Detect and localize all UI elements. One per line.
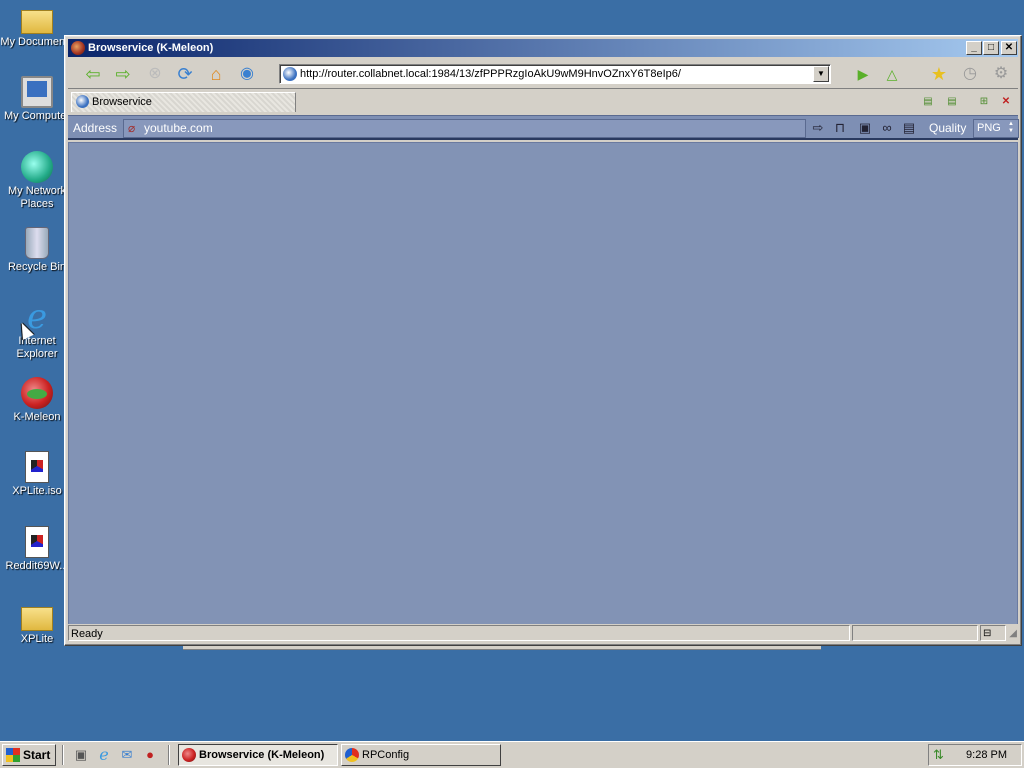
go-arrow-icon[interactable]: ⇨ — [810, 120, 826, 136]
tab-bar: Browservice ▤ ▤ ⊞ ✕ — [68, 91, 1018, 113]
desktop-icon-label: My Computer — [3, 110, 71, 122]
desktop-icon-label: XPLite — [20, 633, 54, 645]
maximize-button[interactable]: □ — [983, 41, 999, 55]
taskbar: Start ▣ e ✉ ● Browservice (K-Meleon) RPC… — [0, 741, 1024, 768]
tab-browservice[interactable]: Browservice — [71, 92, 296, 112]
next-tab-icon[interactable]: ▤ — [944, 94, 960, 109]
status-panel — [852, 625, 978, 641]
desktop-icon-xplite-folder[interactable]: XPLite — [0, 601, 74, 646]
address-value: youtube.com — [144, 121, 213, 135]
close-button[interactable]: ✕ — [1001, 41, 1017, 55]
status-text: Ready — [68, 625, 850, 641]
network-places-icon — [21, 151, 53, 183]
desktop-icon-recycle-bin[interactable]: Recycle Bin — [0, 227, 74, 274]
quality-label: Quality — [929, 121, 967, 135]
system-tray: ⇅ 9:28 PM — [928, 744, 1022, 766]
task-rpconfig[interactable]: RPConfig — [341, 744, 501, 766]
chevron-down-icon[interactable]: ▼ — [813, 66, 829, 82]
k-meleon-icon[interactable]: ● — [142, 747, 158, 763]
forward-arrow-icon[interactable]: ⇨ — [112, 63, 134, 85]
k-meleon-icon — [71, 41, 85, 55]
separator — [62, 745, 64, 765]
window-title: Browservice (K-Meleon) — [88, 42, 214, 54]
window-titlebar[interactable]: Browservice (K-Meleon) _ □ ✕ — [68, 39, 1018, 57]
desktop-icon-my-documents[interactable]: My Documents — [0, 4, 74, 49]
desktop-icon-label: My Documents — [0, 36, 74, 48]
stop-icon[interactable]: ⊗ — [144, 63, 166, 85]
network-tray-icon[interactable]: ⇅ — [933, 745, 944, 765]
k-meleon-icon — [21, 377, 53, 409]
task-browservice[interactable]: Browservice (K-Meleon) — [178, 744, 338, 766]
horizontal-scroll-shadow — [183, 646, 821, 650]
previous-tab-icon[interactable]: ▤ — [920, 94, 936, 109]
windows-logo-icon — [6, 748, 20, 762]
start-button[interactable]: Start — [2, 744, 56, 766]
spinner-icon[interactable]: ▲ ▼ — [1005, 121, 1017, 136]
computer-icon — [21, 76, 53, 108]
new-tab-icon[interactable]: ⊞ — [976, 94, 992, 109]
separator — [168, 745, 170, 765]
browservice-address-bar: Address ⌀ youtube.com ⇨ ⊓ ▣ ∞ ▤ Quality … — [68, 115, 1019, 140]
url-text: http://router.collabnet.local:1984/13/zf… — [300, 68, 681, 80]
desktop-icon-label: Places — [20, 198, 54, 210]
desktop-icon-label: XPLite.iso — [12, 485, 62, 497]
desktop-icon-k-meleon[interactable]: K-Meleon — [0, 377, 74, 424]
desktop-icon-internet-explorer[interactable]: e Internet Explorer — [0, 300, 74, 361]
desktop-icon-label: Explorer — [16, 348, 58, 360]
desktop-icon-label: Reddit69W... — [5, 560, 69, 572]
settings-gear-icon[interactable]: ⚙ — [990, 63, 1012, 85]
navigation-toolbar: ⇦ ⇨ ⊗ ⟳ ⌂ ◉ http://router.collabnet.loca… — [68, 59, 1018, 89]
desktop-icon-reddit-iso[interactable]: Reddit69W... — [0, 526, 74, 573]
task-label: Browservice (K-Meleon) — [199, 749, 325, 761]
bookmark-icon[interactable]: ⊓ — [832, 120, 848, 136]
tab-label: Browservice — [92, 96, 152, 108]
folder-icon — [21, 607, 53, 631]
url-combobox[interactable]: http://router.collabnet.local:1984/13/zf… — [279, 64, 831, 84]
address-label: Address — [73, 121, 118, 135]
globe-icon — [283, 67, 297, 81]
show-desktop-icon[interactable]: ▣ — [73, 747, 89, 763]
back-arrow-icon[interactable]: ⇦ — [82, 63, 104, 85]
paste-icon[interactable]: ▤ — [901, 120, 917, 136]
clock[interactable]: 9:28 PM — [966, 745, 1007, 765]
insecure-icon: ⌀ — [128, 121, 136, 135]
find-binoculars-icon[interactable]: ∞ — [879, 120, 895, 136]
iso-file-icon — [25, 451, 49, 483]
go-icon[interactable]: ▶ — [852, 63, 874, 85]
home-icon[interactable]: ⌂ — [205, 63, 227, 85]
status-bar: Ready ⊟ ◢ — [68, 624, 1018, 642]
recycle-bin-icon — [25, 227, 49, 259]
clipboard-icon[interactable]: ▣ — [857, 120, 873, 136]
desktop-icon-xplite-iso[interactable]: XPLite.iso — [0, 451, 74, 498]
task-label: RPConfig — [362, 749, 410, 761]
folder-documents-icon — [21, 10, 53, 34]
desktop-icon-label: Recycle Bin — [7, 261, 67, 273]
history-clock-icon[interactable]: ◷ — [959, 63, 981, 85]
minimize-button[interactable]: _ — [966, 41, 982, 55]
up-icon[interactable]: △ — [881, 63, 903, 85]
globe-icon[interactable]: ◉ — [236, 63, 258, 85]
browser-window: Browservice (K-Meleon) _ □ ✕ ⇦ ⇨ ⊗ ⟳ ⌂ ◉… — [64, 35, 1022, 646]
outlook-express-icon[interactable]: ✉ — [119, 747, 135, 763]
rpconfig-icon — [345, 748, 359, 762]
globe-icon — [76, 95, 89, 108]
internet-explorer-icon[interactable]: e — [96, 747, 112, 763]
desktop-icon-my-computer[interactable]: My Computer — [0, 76, 74, 123]
iso-file-icon — [25, 526, 49, 558]
k-meleon-icon — [182, 748, 196, 762]
resize-grip-icon[interactable]: ◢ — [1009, 626, 1017, 642]
start-label: Start — [23, 748, 51, 762]
bookmarks-star-icon[interactable]: ★ — [928, 63, 950, 85]
address-input[interactable]: ⌀ youtube.com — [123, 119, 806, 138]
desktop-icon-my-network-places[interactable]: My Network Places — [0, 151, 74, 211]
reload-icon[interactable]: ⟳ — [174, 63, 196, 85]
desktop-icon-label: My Network — [7, 185, 67, 197]
page-content-area[interactable] — [68, 142, 1018, 626]
quality-value: PNG — [977, 122, 1001, 134]
desktop-icon-label: K-Meleon — [13, 411, 61, 423]
security-icon: ⊟ — [980, 625, 1006, 641]
close-tab-icon[interactable]: ✕ — [998, 94, 1014, 109]
quality-select[interactable]: PNG ▲ ▼ — [973, 119, 1019, 138]
